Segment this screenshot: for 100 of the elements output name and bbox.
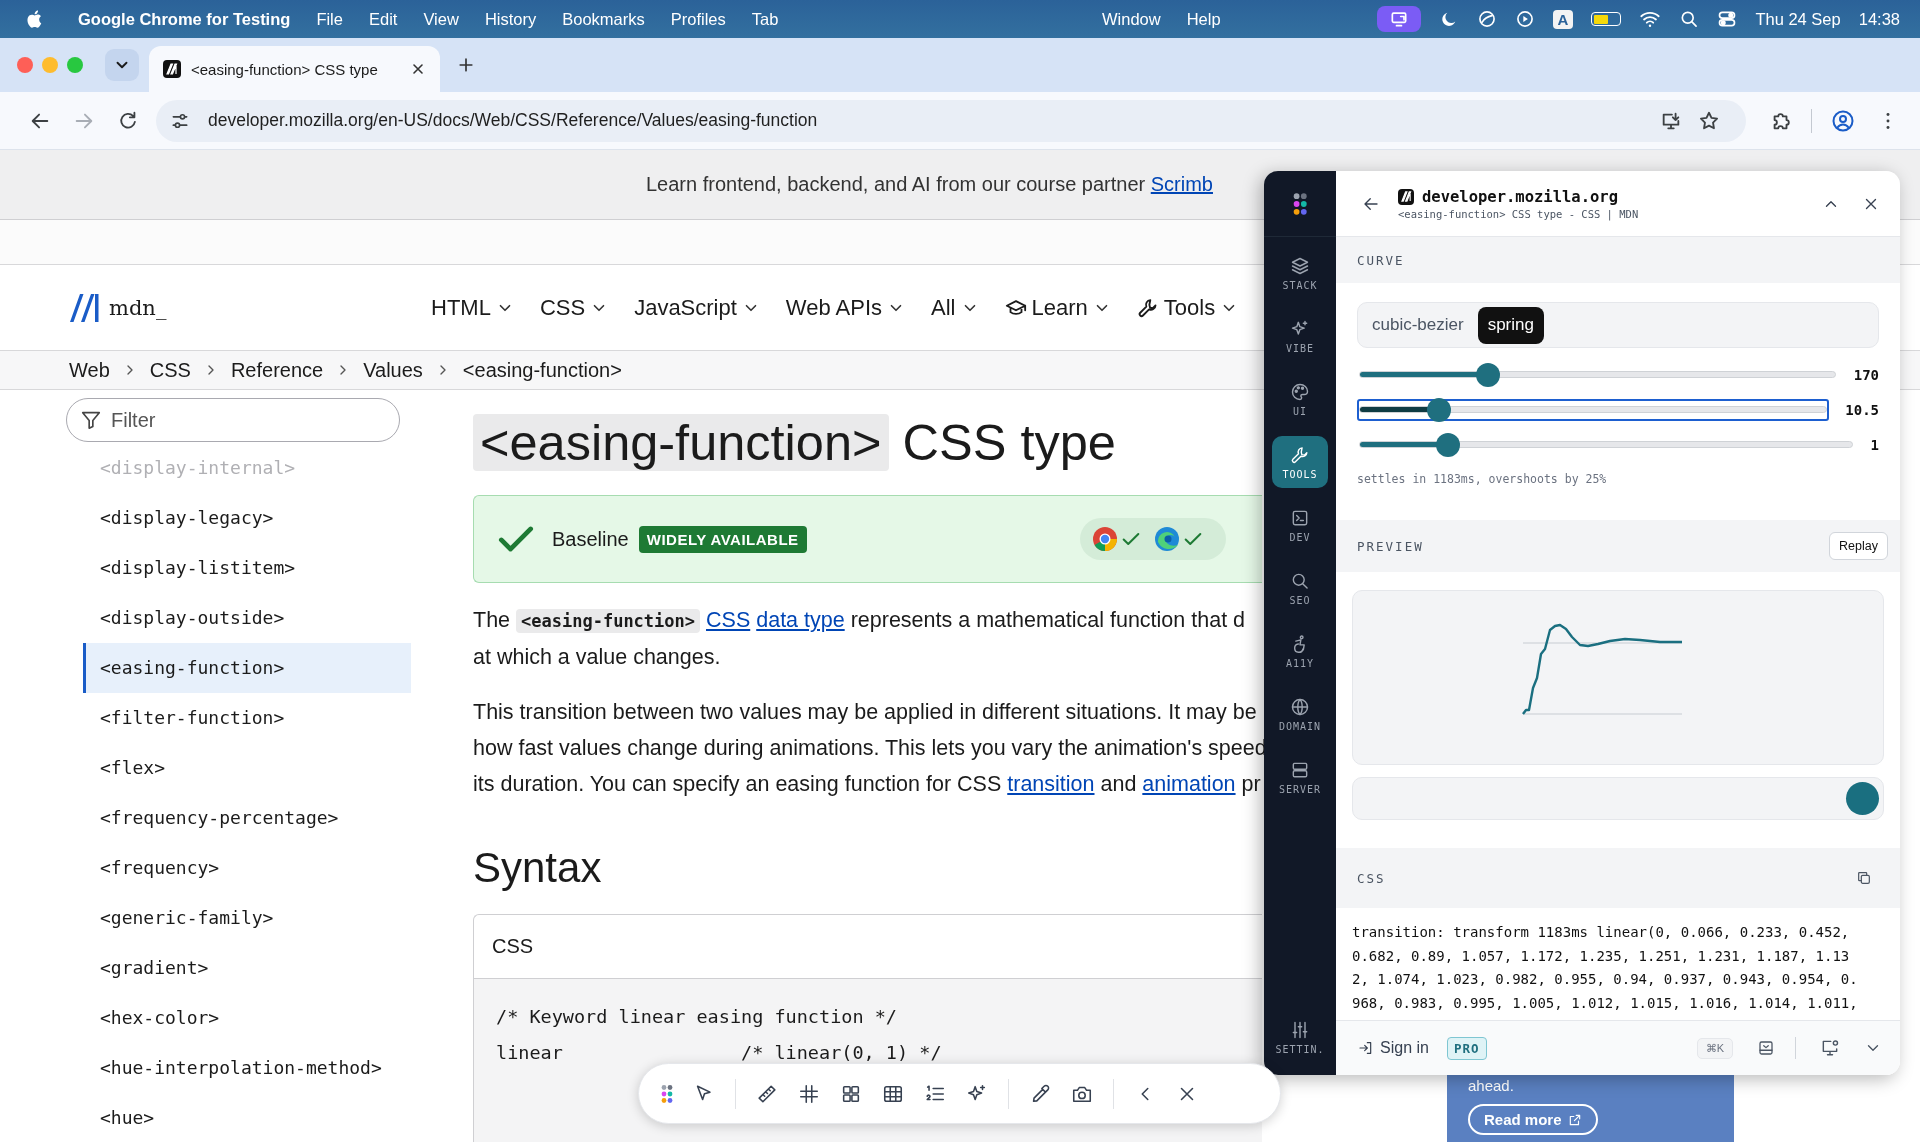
sidebar-tab[interactable]: SERVER — [1272, 751, 1328, 803]
menu-item[interactable]: Window — [1102, 9, 1161, 29]
menu-item[interactable]: Edit — [368, 9, 398, 29]
slider-thumb[interactable] — [1476, 362, 1501, 387]
sidebar-tab[interactable]: A11Y — [1272, 625, 1328, 677]
ad-text: ahead. — [1468, 1077, 1514, 1094]
nav-menu[interactable]: Tools — [1136, 294, 1239, 321]
menu-item[interactable]: Tab — [751, 9, 779, 29]
link[interactable]: animation — [1142, 772, 1236, 796]
grid-lines-icon[interactable] — [798, 1082, 820, 1105]
monitor-icon[interactable] — [1820, 1038, 1840, 1058]
battery-icon[interactable] — [1591, 12, 1622, 26]
play-icon[interactable] — [1514, 9, 1535, 29]
tab-search-button[interactable] — [105, 49, 139, 81]
copy-icon[interactable] — [1856, 870, 1872, 886]
mode-option[interactable]: cubic-bezier — [1362, 306, 1474, 344]
replay-button[interactable]: Replay — [1829, 532, 1888, 560]
input-source[interactable]: A — [1552, 9, 1574, 29]
section-label: PREVIEW — [1357, 538, 1424, 554]
breadcrumb-link[interactable]: CSS — [149, 358, 191, 382]
summary-text: settles in 1183ms, overshoots by 25% — [1357, 471, 1608, 488]
sidebar-tab[interactable]: STACK — [1272, 247, 1328, 299]
tab-title: <easing-function> CSS type — [191, 60, 379, 78]
sidebar-link[interactable]: <hex-color> — [83, 993, 411, 1043]
nav-menu[interactable]: HTML — [431, 294, 514, 321]
sign-in-button[interactable]: Sign in — [1358, 1039, 1429, 1057]
menu-date: Thu 24 Sep — [1755, 9, 1841, 29]
filter-field[interactable]: Filter — [66, 398, 400, 442]
sidebar-tab[interactable]: UI — [1272, 373, 1328, 425]
sidebar-link[interactable]: <display-legacy> — [83, 493, 411, 543]
section-label: CSS — [1357, 870, 1386, 886]
sidebar-link[interactable]: <display-listitem> — [83, 543, 411, 593]
search-icon[interactable] — [1679, 9, 1700, 29]
sidebar-tab[interactable]: DOMAIN — [1272, 688, 1328, 740]
reload-icon[interactable] — [117, 109, 139, 132]
breadcrumb-link[interactable]: Values — [363, 358, 423, 382]
menu-item[interactable]: History — [484, 9, 537, 29]
mode-option[interactable]: spring — [1477, 306, 1544, 344]
logo-text[interactable]: mdn_ — [109, 295, 167, 320]
nav-menu[interactable]: Web APIs — [785, 294, 906, 321]
shortcut-key[interactable]: ⌘K — [1696, 1037, 1733, 1059]
link[interactable]: Scrimb — [1150, 173, 1213, 195]
nav-menu[interactable]: Learn — [1004, 294, 1111, 321]
sidebar-link[interactable]: <display-outside> — [83, 593, 411, 643]
logo-mark-icon[interactable] — [69, 292, 101, 323]
nav-menu[interactable]: All — [931, 294, 979, 321]
app-logo-icon[interactable] — [1292, 191, 1308, 216]
slider-thumb[interactable] — [1436, 432, 1461, 457]
menu-item[interactable]: Profiles — [670, 9, 726, 29]
link[interactable]: transition — [1007, 772, 1095, 796]
page-title: <easing-function> CSS type - CSS | MDN — [1398, 207, 1640, 220]
sidebar-link[interactable]: <generic-family> — [83, 893, 411, 943]
sidebar-link[interactable]: <hue> — [83, 1093, 411, 1142]
page-title: <easing-function> CSS type — [473, 410, 1262, 475]
screen-share-icon[interactable] — [1376, 6, 1421, 32]
menu-item[interactable]: File — [316, 9, 343, 29]
sidebar-tab[interactable]: VIBE — [1272, 310, 1328, 362]
sidebar-link[interactable]: <frequency-percentage> — [83, 793, 411, 843]
site-icon — [1398, 188, 1414, 205]
code-line: 0.682, 0.89, 1.057, 1.172, 1.235, 1.251, 1.231, 1.187, 1.13 — [1352, 946, 1851, 966]
banner-text: Learn frontend, backend, and AI from our course partner Scrimb — [646, 173, 1213, 196]
sidebar-link[interactable]: <frequency> — [83, 843, 411, 893]
menu-item[interactable]: View — [423, 9, 459, 29]
read-more-button[interactable]: Read more — [1468, 1104, 1598, 1135]
link[interactable]: CSS — [706, 608, 751, 632]
link[interactable]: data type — [756, 608, 845, 632]
tray-icon[interactable] — [1757, 1039, 1775, 1057]
external-link-icon — [1567, 1112, 1582, 1127]
browser-logo-icon — [1154, 526, 1180, 552]
menu-item[interactable]: Help — [1186, 9, 1221, 29]
sidebar-link[interactable]: <hue-interpolation-method> — [83, 1043, 411, 1093]
sidebar-link[interactable]: <filter-function> — [83, 693, 411, 743]
status-icon[interactable] — [1476, 9, 1497, 29]
nav-menu[interactable]: CSS — [539, 294, 609, 321]
url-text: developer.mozilla.org/en-US/docs/Web/CSS/Reference/Values/easing-function — [208, 110, 818, 131]
browser-tab[interactable]: <easing-function> CSS type — [149, 46, 440, 92]
slider-thumb[interactable] — [1427, 397, 1452, 422]
sidebar-link[interactable]: <flex> — [83, 743, 411, 793]
breadcrumb-link[interactable]: Reference — [230, 358, 324, 382]
profile-icon[interactable] — [1831, 108, 1855, 133]
sidebar-link[interactable]: <gradient> — [83, 943, 411, 993]
sidebar-tab[interactable]: TOOLS — [1272, 436, 1328, 488]
close-icon[interactable] — [410, 61, 426, 77]
slider[interactable] — [1357, 398, 1830, 421]
site-domain: developer.mozilla.org — [1422, 187, 1618, 206]
breadcrumb-link[interactable]: Web — [69, 358, 110, 382]
menu-item[interactable]: Bookmarks — [562, 9, 645, 29]
code-line: linear /* linear(0, 1) */ — [496, 1041, 943, 1065]
app-logo-icon[interactable] — [661, 1083, 673, 1104]
sidebar-link[interactable]: <easing-function> — [83, 643, 411, 693]
palette-icon — [1290, 381, 1310, 402]
nav-menu[interactable]: JavaScript — [634, 294, 760, 321]
sidebar-tab[interactable]: SEO — [1272, 562, 1328, 614]
settings-tab[interactable]: SETTIN. — [1268, 1011, 1332, 1063]
app-menu[interactable]: Google Chrome for Testing — [78, 9, 291, 29]
bookmark-star-icon[interactable] — [1698, 109, 1720, 132]
toggles-icon[interactable] — [1717, 9, 1738, 29]
sidebar-tab[interactable]: DEV — [1272, 499, 1328, 551]
address-bar[interactable]: developer.mozilla.org/en-US/docs/Web/CSS/Reference/Values/easing-function — [156, 99, 1746, 142]
breadcrumb-link[interactable]: <easing-function> — [462, 358, 622, 382]
